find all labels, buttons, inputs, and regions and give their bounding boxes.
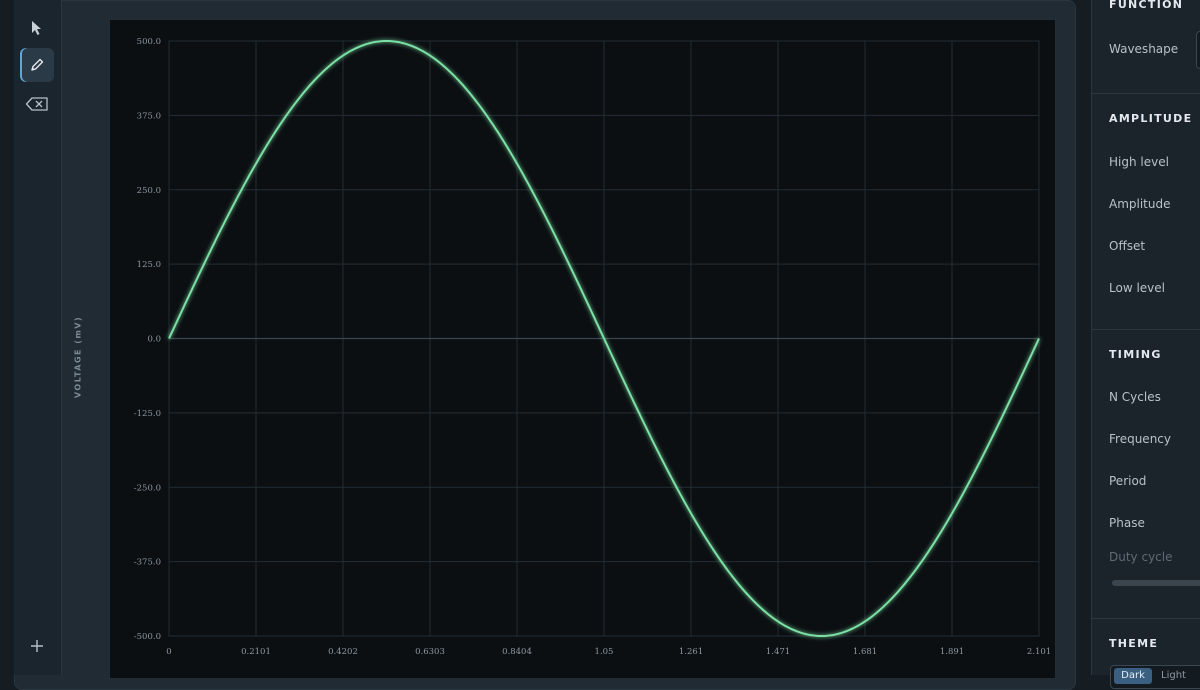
y-tick-label: 250.0 <box>137 186 161 196</box>
divider <box>1092 329 1200 330</box>
x-tick-label: 0.2101 <box>241 647 271 657</box>
plot-svg: 0 0.2101 0.4202 0.6303 0.8404 1.05 1.261 1.471 1… <box>134 37 1051 657</box>
timing-section-title: TIMING <box>1109 348 1162 361</box>
low-level-label: Low level <box>1109 281 1165 295</box>
y-tick-label: -500.0 <box>134 632 161 642</box>
y-tick-label: 125.0 <box>137 260 161 270</box>
theme-section-title: THEME <box>1109 637 1159 650</box>
phase-label: Phase <box>1109 516 1145 530</box>
waveform-plot[interactable]: 0 0.2101 0.4202 0.6303 0.8404 1.05 1.261 1.471 1… <box>109 19 1056 679</box>
waveshape-select[interactable] <box>1196 31 1200 69</box>
y-tick-label: 0.0 <box>147 335 161 345</box>
x-tick-label: 1.05 <box>595 647 614 657</box>
settings-panel: FUNCTION Waveshape AMPLITUDE High level … <box>1091 0 1200 689</box>
y-axis-title: VOLTAGE (mV) <box>73 315 83 399</box>
x-tick-label: 0.4202 <box>328 647 358 657</box>
n-cycles-label: N Cycles <box>1109 390 1161 404</box>
y-tick-label: 375.0 <box>137 111 161 121</box>
cursor-arrow-icon <box>32 21 41 35</box>
theme-toggle[interactable]: Dark Light <box>1110 665 1200 689</box>
eraser-icon <box>25 97 48 111</box>
x-tick-label: 1.681 <box>853 647 877 657</box>
x-tick-label: 2.101 <box>1027 647 1051 657</box>
period-label: Period <box>1109 474 1147 488</box>
function-section-title: FUNCTION <box>1109 0 1184 11</box>
amplitude-section-title: AMPLITUDE <box>1109 112 1193 125</box>
amplitude-label: Amplitude <box>1109 197 1171 211</box>
theme-light-option[interactable]: Light <box>1161 668 1186 684</box>
tool-bar <box>14 0 62 675</box>
x-tick-label: 1.261 <box>679 647 703 657</box>
y-tick-label: -125.0 <box>134 409 161 419</box>
high-level-label: High level <box>1109 155 1169 169</box>
duty-cycle-slider[interactable] <box>1112 580 1200 586</box>
erase-tool-button[interactable] <box>20 87 54 121</box>
plus-icon <box>31 640 43 652</box>
x-tick-label: 0 <box>166 647 171 657</box>
x-tick-label: 1.471 <box>766 647 790 657</box>
offset-label: Offset <box>1109 239 1146 253</box>
duty-cycle-label: Duty cycle <box>1109 550 1173 564</box>
x-tick-label: 1.891 <box>940 647 964 657</box>
x-tick-label: 0.6303 <box>415 647 445 657</box>
pencil-icon <box>31 58 44 71</box>
y-tick-label: -250.0 <box>134 483 161 493</box>
waveshape-label: Waveshape <box>1109 42 1179 56</box>
divider <box>1092 93 1200 94</box>
draw-tool-button[interactable] <box>20 48 54 82</box>
theme-dark-option[interactable]: Dark <box>1114 668 1152 684</box>
y-tick-label: 500.0 <box>137 37 161 47</box>
x-tick-label: 0.8404 <box>502 647 532 657</box>
divider <box>1092 618 1200 619</box>
frequency-label: Frequency <box>1109 432 1171 446</box>
y-tick-label: -375.0 <box>134 558 161 568</box>
select-tool-button[interactable] <box>20 11 54 45</box>
add-button[interactable] <box>20 629 54 663</box>
